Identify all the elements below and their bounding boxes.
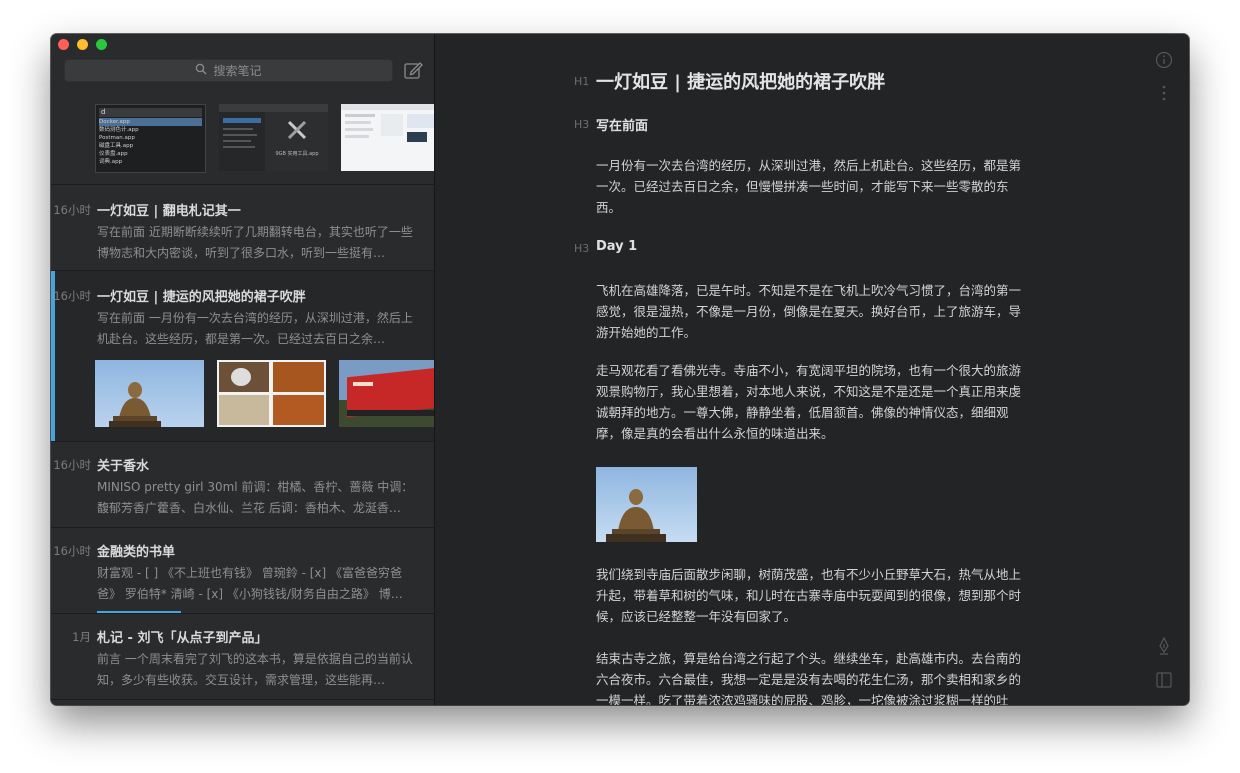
note-excerpt: 前言 一个周末看完了刘飞的这本书，算是依据自己的当前认知，多少有些收获。交互设计… <box>97 652 413 687</box>
thumbnail-buddha <box>95 360 204 427</box>
tools-icon <box>287 120 307 140</box>
search-input[interactable]: 搜索笔记 <box>64 59 393 82</box>
compose-icon <box>404 62 423 79</box>
thumbnail-web <box>341 104 434 171</box>
list-item[interactable]: 16小时 一灯如豆 | 翻电札记其一 写在前面 近期断断续续听了几期翻转电台，其… <box>51 185 434 271</box>
note-title: 一灯如豆 | 捷运的风把她的裙子吹胖 <box>97 290 306 305</box>
thumbnail-food <box>217 360 326 427</box>
paragraph: 我们绕到寺庙后面散步闲聊，树荫茂盛，也有不少小丘野草大石，热气从地上升起，带着草… <box>596 567 1022 624</box>
note-list-panel: 搜索笔记 d Docker.app 数码测色计.app Postman.app … <box>51 34 435 705</box>
utilities-caption: 9GB 实用工具.app <box>275 151 319 157</box>
launcher-item: 词典.app <box>99 159 123 165</box>
note-excerpt: MINISO pretty girl 30ml 前调：柑橘、香柠、蔷薇 中调：馥… <box>97 480 414 515</box>
note-title: 一灯如豆 | 翻电札记其一 <box>97 204 241 219</box>
sidebar-toggle-button[interactable] <box>1155 671 1173 689</box>
close-window-button[interactable] <box>58 39 69 50</box>
more-button[interactable] <box>1155 84 1173 102</box>
editor-panel[interactable]: H1 一灯如豆 | 捷运的风把她的裙子吹胖 H3 写在前面 一月份有一次去台湾的… <box>435 34 1189 705</box>
note-list: d Docker.app 数码测色计.app Postman.app 磁盘工具.… <box>51 91 434 700</box>
document-title: 一灯如豆 | 捷运的风把她的裙子吹胖 <box>596 72 886 93</box>
list-item[interactable]: 16小时 金融类的书单 财富观 - [ ] 《不上班也有钱》 曾琬鈴 - [x]… <box>51 528 434 614</box>
thumbnail-train <box>339 360 434 427</box>
heading-marker: H3 <box>574 242 590 255</box>
info-button[interactable] <box>1155 51 1173 69</box>
note-excerpt: 写在前面 近期断断续续听了几期翻转电台，其实也听了一些博物志和大内密谈，听到了很… <box>97 225 413 260</box>
heading-marker: H3 <box>574 118 590 131</box>
paragraph: 结束古寺之旅，算是给台湾之行起了个头。继续坐车，赴高雄市内。去台南的六合夜市。六… <box>596 651 1022 705</box>
launcher-item: 磁盘工具.app <box>99 143 134 149</box>
note-excerpt: 写在前面 一月份有一次去台湾的经历，从深圳过港，然后上机赴台。这些经历，都是第一… <box>97 311 413 346</box>
more-icon <box>1162 85 1166 101</box>
launcher-input-value: d <box>99 108 202 117</box>
app-window: 搜索笔记 d Docker.app 数码测色计.app Postman.app … <box>51 34 1189 705</box>
new-note-button[interactable] <box>402 59 424 81</box>
note-time: 16小时 <box>53 544 91 558</box>
pen-icon <box>1159 636 1169 655</box>
thumbnail-utilities: 9GB 实用工具.app <box>219 104 328 171</box>
launcher-item: 仪表盘.app <box>99 151 128 157</box>
note-time: 1月 <box>72 630 91 644</box>
launcher-item: Docker.app <box>99 119 130 125</box>
paragraph: 飞机在高雄降落，已是午时。不知是不是在飞机上吹冷气习惯了，台湾的第一感觉，很是湿… <box>596 283 1022 340</box>
list-item-selected[interactable]: 16小时 一灯如豆 | 捷运的风把她的裙子吹胖 写在前面 一月份有一次去台湾的经… <box>51 271 434 442</box>
heading-marker: H1 <box>574 75 590 88</box>
list-item[interactable]: d Docker.app 数码测色计.app Postman.app 磁盘工具.… <box>51 91 434 185</box>
list-item[interactable]: 16小时 关于香水 MINISO pretty girl 30ml 前调：柑橘、… <box>51 442 434 528</box>
note-title: 金融类的书单 <box>97 545 176 560</box>
zoom-window-button[interactable] <box>96 39 107 50</box>
note-title: 关于香水 <box>97 459 150 474</box>
section-heading: Day 1 <box>596 239 638 254</box>
pen-button[interactable] <box>1155 636 1173 655</box>
launcher-item: 数码测色计.app <box>99 127 139 133</box>
info-icon <box>1155 51 1173 69</box>
note-excerpt: 财富观 - [ ] 《不上班也有钱》 曾琬鈴 - [x] 《富爸爸穷爸爸》 罗伯… <box>97 566 403 601</box>
window-controls <box>58 39 107 50</box>
paragraph: 一月份有一次去台湾的经历，从深圳过港，然后上机赴台。这些经历，都是第一次。已经过… <box>596 158 1022 215</box>
search-placeholder: 搜索笔记 <box>213 64 262 78</box>
note-title: 札记 - 刘飞「从点子到产品」 <box>97 631 268 646</box>
paragraph: 走马观花看了看佛光寺。寺庙不小，有宽阔平坦的院场，也有一个很大的旅游观景购物厅，… <box>596 363 1022 441</box>
note-thumbnails <box>95 360 434 427</box>
sidebar-icon <box>1156 672 1172 688</box>
launcher-item: Postman.app <box>99 135 135 141</box>
list-item[interactable]: 1月 札记 - 刘飞「从点子到产品」 前言 一个周末看完了刘飞的这本书，算是依据… <box>51 614 434 700</box>
search-icon <box>195 63 207 78</box>
note-thumbnails: d Docker.app 数码测色计.app Postman.app 磁盘工具.… <box>95 104 434 173</box>
thumbnail-launcher: d Docker.app 数码测色计.app Postman.app 磁盘工具.… <box>95 104 206 173</box>
note-time: 16小时 <box>53 289 91 303</box>
minimize-window-button[interactable] <box>77 39 88 50</box>
note-time: 16小时 <box>53 203 91 217</box>
inline-image[interactable] <box>596 467 697 542</box>
sync-progress-bar <box>97 611 181 613</box>
note-time: 16小时 <box>53 458 91 472</box>
section-heading: 写在前面 <box>596 119 649 134</box>
